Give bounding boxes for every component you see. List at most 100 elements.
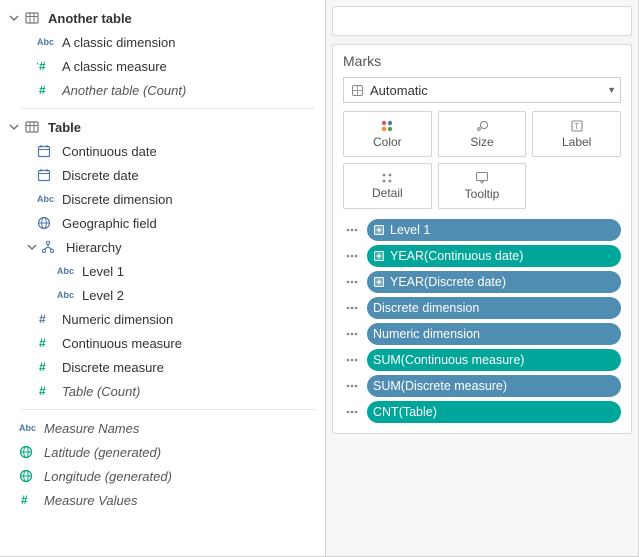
pill-row: Level 1 xyxy=(343,219,621,241)
detail-shelf-icon[interactable] xyxy=(343,381,361,391)
chevron-down-icon[interactable] xyxy=(8,13,20,23)
automatic-icon xyxy=(350,83,364,97)
field-label: Level 2 xyxy=(82,288,124,303)
divider xyxy=(22,409,315,410)
table-name: Another table xyxy=(48,11,132,26)
field-discrete-date[interactable]: Discrete date xyxy=(0,163,325,187)
pill[interactable]: SUM(Discrete measure) xyxy=(367,375,621,397)
hash-green-icon xyxy=(36,336,56,350)
size-icon xyxy=(475,119,489,133)
table-icon xyxy=(22,11,42,25)
field-discrete-dimension[interactable]: Discrete dimension xyxy=(0,187,325,211)
field-label: Continuous date xyxy=(62,144,157,159)
abc-icon xyxy=(18,421,38,435)
pill[interactable]: Numeric dimension xyxy=(367,323,621,345)
pill-label: SUM(Discrete measure) xyxy=(373,379,507,393)
pill-row: CNT(Table) xyxy=(343,401,621,423)
mark-button-size[interactable]: Size xyxy=(438,111,527,157)
globe-green-icon xyxy=(18,469,38,483)
field-label: Continuous measure xyxy=(62,336,182,351)
field-measure-values[interactable]: Measure Values xyxy=(0,488,325,512)
detail-shelf-icon[interactable] xyxy=(343,277,361,287)
field-geographic-field[interactable]: Geographic field xyxy=(0,211,325,235)
field-hierarchy[interactable]: Hierarchy xyxy=(0,235,325,259)
pill-row: YEAR(Continuous date) xyxy=(343,245,621,267)
pill[interactable]: YEAR(Discrete date) xyxy=(367,271,621,293)
field-label: Hierarchy xyxy=(66,240,122,255)
pill-row: SUM(Discrete measure) xyxy=(343,375,621,397)
field-latitude-generated[interactable]: Latitude (generated) xyxy=(0,440,325,464)
hierarchy-icon xyxy=(40,240,60,254)
field-table-count[interactable]: Table (Count) xyxy=(0,379,325,403)
marks-card-title: Marks xyxy=(333,45,631,75)
hash-green-icon xyxy=(36,83,56,97)
pill[interactable]: YEAR(Continuous date) xyxy=(367,245,621,267)
field-label: Latitude (generated) xyxy=(44,445,161,460)
mark-button-detail[interactable]: Detail xyxy=(343,163,432,209)
field-label: Level 1 xyxy=(82,264,124,279)
table-header-table[interactable]: Table xyxy=(0,115,325,139)
pill[interactable]: Discrete dimension xyxy=(367,297,621,319)
mark-type-dropdown[interactable]: Automatic ▼ xyxy=(343,77,621,103)
chevron-down-icon[interactable] xyxy=(26,242,38,252)
table-header-another-table[interactable]: Another table xyxy=(0,6,325,30)
field-continuous-date[interactable]: Continuous date xyxy=(0,139,325,163)
field-a-classic-measure[interactable]: A classic measure xyxy=(0,54,325,78)
date-icon xyxy=(36,144,56,158)
mark-button-color[interactable]: Color xyxy=(343,111,432,157)
mark-button-label: Color xyxy=(373,135,402,149)
expand-icon[interactable] xyxy=(373,276,385,288)
detail-shelf-icon[interactable] xyxy=(343,225,361,235)
field-level-1[interactable]: Level 1 xyxy=(0,259,325,283)
marks-card: Marks Automatic ▼ Color Size Label xyxy=(332,44,632,434)
mark-button-label: Tooltip xyxy=(465,187,500,201)
field-a-classic-dimension[interactable]: A classic dimension xyxy=(0,30,325,54)
field-longitude-generated[interactable]: Longitude (generated) xyxy=(0,464,325,488)
pill[interactable]: CNT(Table) xyxy=(367,401,621,423)
mark-button-label[interactable]: Label xyxy=(532,111,621,157)
hash-green-icon xyxy=(36,360,56,374)
mark-button-tooltip[interactable]: Tooltip xyxy=(438,163,527,209)
field-label: Geographic field xyxy=(62,216,157,231)
pill-label: YEAR(Discrete date) xyxy=(390,275,506,289)
pill-label: SUM(Continuous measure) xyxy=(373,353,524,367)
field-level-2[interactable]: Level 2 xyxy=(0,283,325,307)
chevron-down-icon[interactable] xyxy=(8,122,20,132)
field-another-table-count[interactable]: Another table (Count) xyxy=(0,78,325,102)
detail-shelf-icon[interactable] xyxy=(343,355,361,365)
pill-label: Numeric dimension xyxy=(373,327,480,341)
mark-button-label: Detail xyxy=(372,186,403,200)
tooltip-icon xyxy=(475,171,489,185)
pill-row: SUM(Continuous measure) xyxy=(343,349,621,371)
field-measure-names[interactable]: Measure Names xyxy=(0,416,325,440)
pill[interactable]: SUM(Continuous measure) xyxy=(367,349,621,371)
field-label: Table (Count) xyxy=(62,384,140,399)
pill-row: Numeric dimension xyxy=(343,323,621,345)
pill-label: CNT(Table) xyxy=(373,405,437,419)
field-label: Discrete dimension xyxy=(62,192,173,207)
field-numeric-dimension[interactable]: Numeric dimension xyxy=(0,307,325,331)
detail-shelf-icon[interactable] xyxy=(343,329,361,339)
field-discrete-measure[interactable]: Discrete measure xyxy=(0,355,325,379)
detail-shelf-icon[interactable] xyxy=(343,251,361,261)
expand-icon[interactable] xyxy=(373,250,385,262)
field-label: A classic measure xyxy=(62,59,167,74)
expand-icon[interactable] xyxy=(373,224,385,236)
mark-button-label: Size xyxy=(470,135,493,149)
detail-shelf-icon[interactable] xyxy=(343,407,361,417)
detail-shelf-icon[interactable] xyxy=(343,303,361,313)
pill-label: YEAR(Continuous date) xyxy=(390,249,523,263)
data-pane[interactable]: Another table A classic dimension A class… xyxy=(0,0,326,556)
detail-icon xyxy=(381,172,393,184)
shelf-placeholder[interactable] xyxy=(332,6,632,36)
pill-row: YEAR(Discrete date) xyxy=(343,271,621,293)
pill-row: Discrete dimension xyxy=(343,297,621,319)
pill[interactable]: Level 1 xyxy=(367,219,621,241)
field-label: Discrete measure xyxy=(62,360,164,375)
divider xyxy=(22,108,315,109)
field-label: Discrete date xyxy=(62,168,139,183)
pill-label: Level 1 xyxy=(390,223,430,237)
field-label: Numeric dimension xyxy=(62,312,173,327)
field-continuous-measure[interactable]: Continuous measure xyxy=(0,331,325,355)
abc-icon xyxy=(56,264,76,278)
